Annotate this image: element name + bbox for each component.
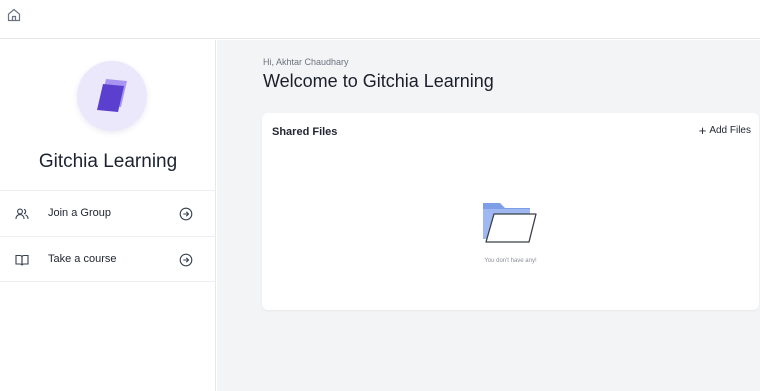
- home-icon[interactable]: [6, 7, 22, 23]
- brand-name: Gitchia Learning: [38, 151, 178, 172]
- top-bar: [0, 0, 760, 39]
- book-icon: [15, 254, 29, 266]
- arrow-circle-right-icon: [179, 253, 193, 267]
- greeting-text: Hi, Akhtar Chaudhary: [263, 57, 349, 67]
- sidebar-item-label: Take a course: [48, 253, 117, 265]
- add-files-button[interactable]: + Add Files: [698, 122, 751, 138]
- main-content: Hi, Akhtar Chaudhary Welcome to Gitchia …: [217, 40, 760, 391]
- sidebar-menu: Join a Group Take a course: [0, 190, 216, 282]
- add-files-label: Add Files: [709, 125, 751, 136]
- users-icon: [15, 208, 29, 220]
- sidebar-item-join-group[interactable]: Join a Group: [0, 190, 216, 236]
- empty-state-message: You don't have any!: [484, 258, 537, 264]
- brand-logo-icon: [97, 79, 127, 112]
- page-title: Welcome to Gitchia Learning: [263, 71, 494, 91]
- shared-files-title: Shared Files: [272, 126, 338, 138]
- sidebar-item-label: Join a Group: [48, 207, 111, 219]
- sidebar: Gitchia Learning Join a Group Take a cou…: [0, 40, 216, 391]
- sidebar-item-take-course[interactable]: Take a course: [0, 236, 216, 282]
- plus-icon: +: [698, 122, 707, 138]
- empty-folder-icon: [483, 203, 537, 243]
- shared-files-card: Shared Files + Add Files You don't have …: [262, 113, 759, 310]
- arrow-circle-right-icon: [179, 207, 193, 221]
- brand-logo: [77, 61, 147, 131]
